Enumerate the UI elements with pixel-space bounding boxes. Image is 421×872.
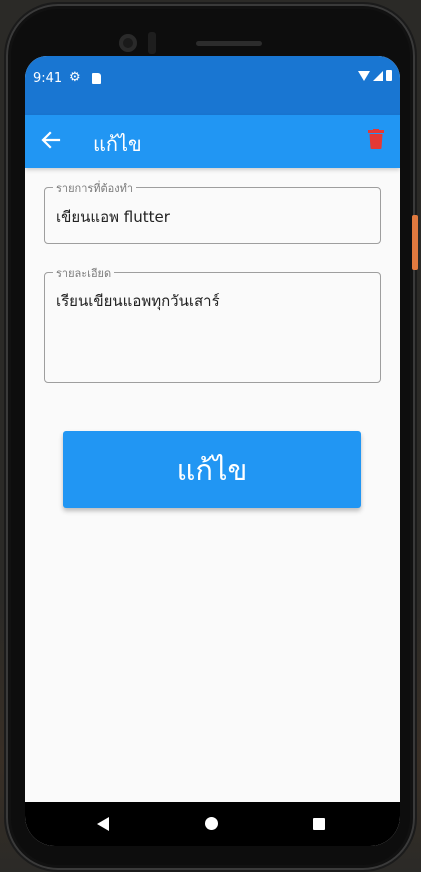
status-right-icons — [358, 70, 392, 81]
wifi-icon — [358, 70, 370, 81]
earpiece-speaker — [196, 41, 262, 46]
todo-field[interactable]: รายการที่ต้องทำ เขียนแอพ flutter — [44, 179, 381, 244]
gear-icon: ⚙ — [69, 70, 81, 85]
device-screen: 9:41 ⚙ แก้ไข รายการที่ต้องทำ เขียนแอพ fl… — [25, 56, 400, 846]
status-time: 9:41 — [33, 71, 63, 86]
status-bar: 9:41 ⚙ — [25, 56, 400, 115]
recents-square-icon[interactable] — [313, 818, 325, 830]
detail-field-value[interactable]: เรียนเขียนแอพทุกวันเสาร์ — [56, 289, 220, 313]
todo-field-label: รายการที่ต้องทำ — [53, 179, 137, 197]
app-bar: แก้ไข — [25, 115, 400, 168]
signal-icon — [373, 70, 383, 81]
back-triangle-icon[interactable] — [97, 817, 109, 831]
navigation-bar — [25, 802, 400, 846]
camera-sensor — [148, 32, 156, 54]
detail-field-label: รายละเอียด — [53, 264, 115, 282]
page-title: แก้ไข — [93, 132, 142, 156]
sd-card-icon — [92, 73, 101, 84]
todo-field-value[interactable]: เขียนแอพ flutter — [56, 205, 170, 229]
trash-icon[interactable] — [368, 129, 384, 151]
arrow-left-icon[interactable] — [39, 127, 63, 153]
home-circle-icon[interactable] — [205, 817, 218, 830]
side-button — [412, 215, 418, 270]
edit-submit-button[interactable]: แก้ไข — [63, 431, 361, 508]
edit-submit-label: แก้ไข — [176, 452, 248, 487]
battery-icon — [386, 70, 392, 81]
front-camera — [119, 34, 137, 52]
detail-field[interactable]: รายละเอียด เรียนเขียนแอพทุกวันเสาร์ — [44, 264, 381, 383]
